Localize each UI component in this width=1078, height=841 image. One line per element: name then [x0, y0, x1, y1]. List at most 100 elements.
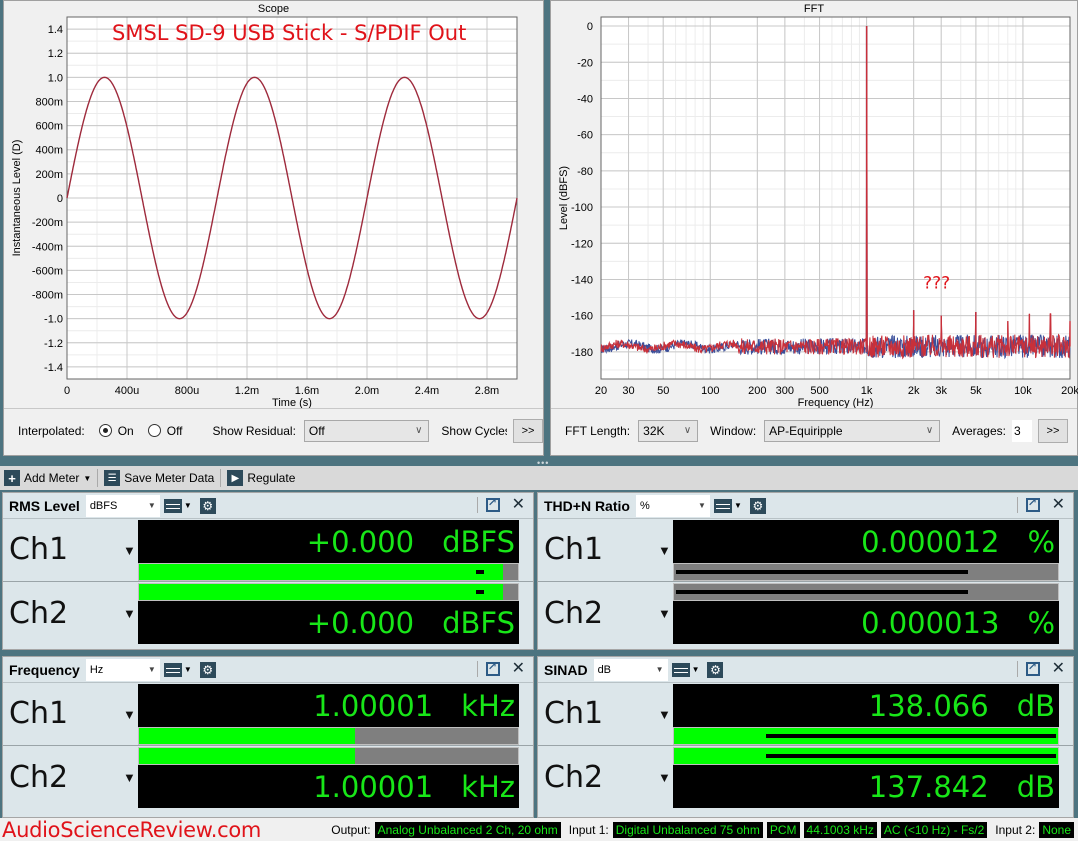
fft-chart[interactable]: 20 30 50 100 200 300 500 1k 2k 3k 5k 10k 20k 0 -20 -40 -…	[551, 1, 1078, 408]
fft-more-button[interactable]: >>	[1037, 418, 1068, 443]
caret-down-icon[interactable]: ▼	[692, 665, 700, 674]
window-select[interactable]: AP-Equiripple ∨	[764, 419, 941, 442]
channel-dropdown-icon[interactable]: ▼	[658, 543, 671, 558]
meter-window-controls: ✕	[1016, 496, 1065, 513]
chevron-down-icon: ∨	[415, 425, 423, 436]
scope-chart[interactable]: 0 400u 800u 1.2m 1.6m 2.0m 2.4m 2.8m 1.4 1.2 1.0 80…	[4, 1, 545, 408]
caret-down-icon[interactable]: ▼	[184, 501, 192, 510]
x-tick-label: 10k	[1014, 385, 1032, 397]
y-tick-label: 0	[57, 193, 63, 205]
input2-value[interactable]: None	[1039, 821, 1074, 838]
channel-dropdown-icon[interactable]: ▼	[658, 606, 671, 621]
gear-icon[interactable]: ⚙	[199, 661, 216, 678]
meter-channel-row: Ch2 ▼ 1.00001 kHz	[3, 746, 533, 809]
meter-bar-fill	[139, 748, 356, 764]
unit-select[interactable]: dB ▼	[593, 658, 668, 681]
save-meter-data-button[interactable]: ☰ Save Meter Data	[100, 470, 218, 486]
close-icon[interactable]: ✕	[1052, 661, 1065, 677]
x-tick-label: 100	[701, 385, 719, 397]
x-axis-label: Frequency (Hz)	[798, 397, 874, 408]
unit-select[interactable]: % ▼	[635, 494, 710, 517]
popout-icon[interactable]	[485, 496, 500, 512]
show-residual-value: Off	[308, 423, 325, 438]
meter-channel-row: Ch1 ▼ +0.000 dBFS	[3, 519, 533, 582]
x-tick-label: 300	[776, 385, 794, 397]
channel-dropdown-icon[interactable]: ▼	[123, 543, 136, 558]
unit-select[interactable]: Hz ▼	[85, 658, 160, 681]
interpolated-on-radio[interactable]: On	[98, 424, 134, 438]
add-meter-label: Add Meter	[24, 471, 80, 485]
graph-icon[interactable]	[163, 498, 182, 513]
caret-down-icon[interactable]: ▼	[734, 501, 742, 510]
unit-value: %	[639, 499, 650, 512]
x-tick-label: 50	[657, 385, 669, 397]
meter-bar	[673, 727, 1059, 745]
meter-readout: 0.000012 %	[673, 520, 1059, 563]
gear-icon[interactable]: ⚙	[707, 661, 724, 678]
coupling-value[interactable]: AC (<10 Hz) - Fs/2	[880, 821, 988, 838]
graph-icon[interactable]	[671, 662, 690, 677]
output-value[interactable]: Analog Unbalanced 2 Ch, 20 ohm	[374, 821, 561, 838]
regulate-button[interactable]: ▶ Regulate	[223, 470, 299, 486]
y-tick-label: -60	[577, 130, 593, 142]
caret-down-icon: ▼	[83, 473, 92, 483]
add-meter-button[interactable]: + Add Meter ▼	[0, 470, 95, 486]
y-tick-label: -180	[571, 347, 593, 359]
sample-rate-value[interactable]: 44.1003 kHz	[803, 821, 877, 838]
scope-more-button[interactable]: >>	[513, 418, 543, 443]
panel-splitter[interactable]: •••	[0, 456, 1078, 468]
meter-value: 1.00001	[313, 769, 434, 804]
unit-select[interactable]: dBFS ▼	[85, 494, 160, 517]
meter-value: 138.066	[868, 688, 989, 723]
channel-dropdown-icon[interactable]: ▼	[123, 770, 136, 785]
popout-icon[interactable]	[1025, 496, 1040, 512]
output-label: Output:	[331, 822, 371, 837]
x-tick-label: 800u	[175, 385, 199, 397]
format-value[interactable]: PCM	[766, 821, 800, 838]
channel-dropdown-icon[interactable]: ▼	[123, 606, 136, 621]
meter-bar-peak	[476, 590, 484, 594]
plus-icon: +	[4, 470, 20, 486]
meter-unit: dB	[1016, 769, 1055, 804]
popout-icon[interactable]	[485, 660, 500, 676]
fft-length-select[interactable]: 32K ∨	[638, 419, 699, 442]
meter-unit: dBFS	[442, 605, 515, 640]
averages-input[interactable]	[1011, 419, 1032, 442]
interpolated-off-radio[interactable]: Off	[147, 424, 183, 438]
x-tick-label: 1.6m	[295, 385, 319, 397]
gear-icon[interactable]: ⚙	[199, 497, 216, 514]
gear-icon[interactable]: ⚙	[749, 497, 766, 514]
channel-dropdown-icon[interactable]: ▼	[658, 707, 671, 722]
popout-icon[interactable]	[1025, 660, 1040, 676]
meter-readout: 1.00001 kHz	[138, 684, 519, 727]
channel-dropdown-icon[interactable]: ▼	[123, 707, 136, 722]
close-icon[interactable]: ✕	[1052, 497, 1065, 513]
channel-label: Ch2	[544, 760, 604, 795]
meter-readout: +0.000 dBFS	[138, 520, 519, 563]
y-axis-label: Instantaneous Level (D)	[11, 140, 23, 257]
input1-value[interactable]: Digital Unbalanced 75 ohm	[612, 821, 763, 838]
y-tick-label: -400m	[32, 241, 63, 253]
meter-value: 0.000013	[861, 605, 1000, 640]
radio-selected-icon	[98, 424, 112, 437]
channel-dropdown-icon[interactable]: ▼	[658, 770, 671, 785]
chevron-down-icon: ∨	[925, 425, 934, 436]
divider	[1016, 497, 1018, 513]
meter-title: SINAD	[544, 661, 588, 678]
meter-bar	[138, 747, 519, 765]
unit-value: dB	[597, 663, 612, 676]
meter-channel-row: Ch2 ▼ 137.842 dB	[538, 746, 1073, 809]
y-tick-label: -20	[577, 57, 593, 69]
meter-channel-row: Ch1 ▼ 1.00001 kHz	[3, 683, 533, 746]
channel-label: Ch2	[9, 596, 69, 631]
graph-icon[interactable]	[163, 662, 182, 677]
graph-icon[interactable]	[713, 498, 732, 513]
show-residual-label: Show Residual:	[212, 423, 296, 438]
caret-down-icon[interactable]: ▼	[184, 665, 192, 674]
toolbar-divider	[220, 469, 222, 487]
close-icon[interactable]: ✕	[512, 661, 525, 677]
show-residual-select[interactable]: Off ∨	[303, 419, 430, 442]
meter-readout: +0.000 dBFS	[138, 601, 519, 644]
meter-bar-fill	[139, 564, 503, 580]
close-icon[interactable]: ✕	[512, 497, 525, 513]
